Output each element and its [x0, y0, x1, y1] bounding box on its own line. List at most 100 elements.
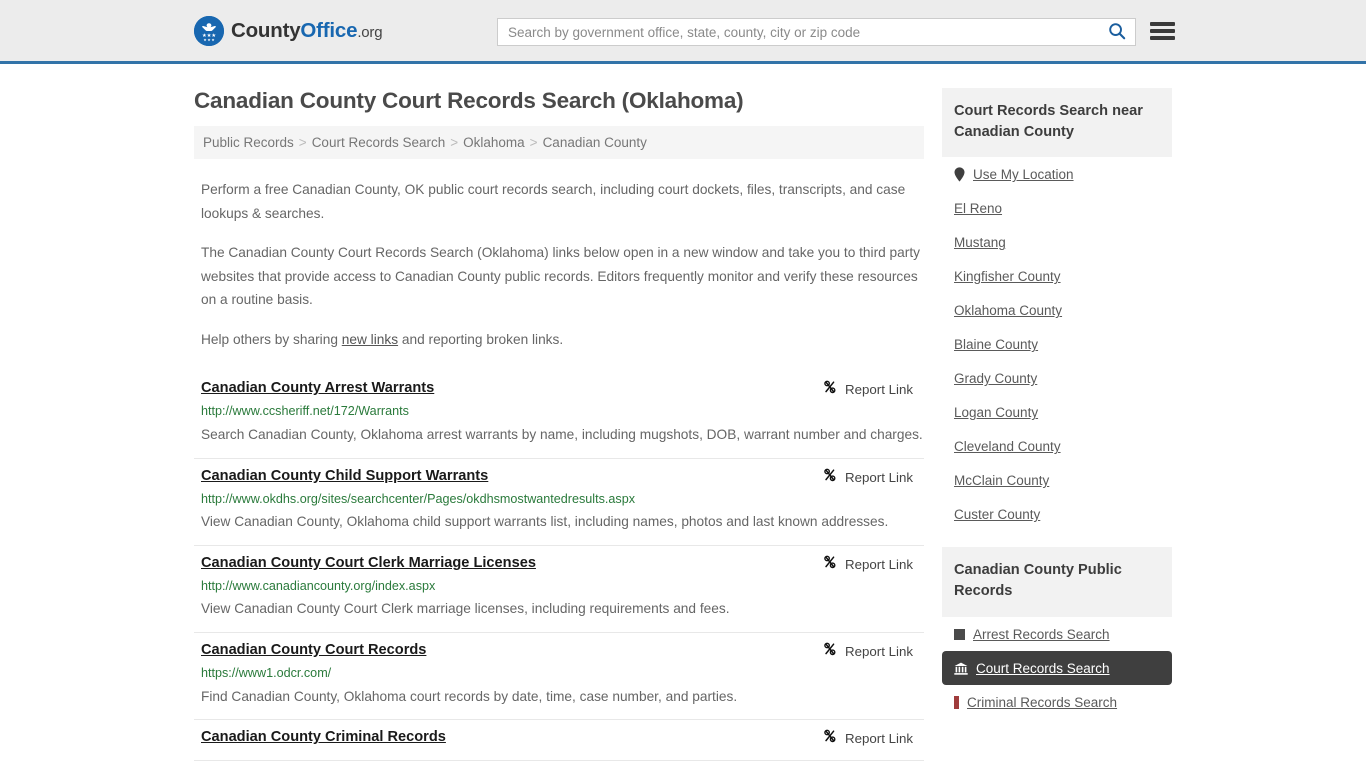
new-links-link[interactable]: new links	[342, 332, 398, 347]
sidebar-link-label[interactable]: Blaine County	[954, 337, 1038, 352]
hamburger-bar	[1150, 22, 1175, 26]
result-description: View Canadian County, Oklahoma child sup…	[201, 510, 924, 534]
intro-paragraph-3: Help others by sharing new links and rep…	[201, 328, 924, 352]
site-header: CountyOffice.org	[0, 0, 1366, 64]
broken-link-icon	[822, 728, 838, 749]
result-title-link[interactable]: Canadian County Court Records	[201, 640, 426, 661]
sidebar-item-oklahoma-county[interactable]: Oklahoma County	[942, 293, 1172, 327]
result-item: Canadian County Court Clerk Marriage Lic…	[194, 546, 924, 633]
hamburger-menu-icon[interactable]	[1150, 20, 1175, 42]
report-link-button[interactable]: Report Link	[822, 466, 913, 488]
broken-link-icon	[822, 467, 838, 488]
sidebar-nearby-list: Use My Location El Reno Mustang Kingfish…	[942, 157, 1172, 531]
sidebar-link-label[interactable]: Mustang	[954, 235, 1006, 250]
sidebar-link-label[interactable]: El Reno	[954, 201, 1002, 216]
sidebar-item-logan-county[interactable]: Logan County	[942, 395, 1172, 429]
result-title-link[interactable]: Canadian County Child Support Warrants	[201, 466, 488, 487]
result-item: Canadian County Arrest Warrants R	[194, 371, 924, 458]
site-logo[interactable]: CountyOffice.org	[194, 16, 382, 46]
page-title: Canadian County Court Records Search (Ok…	[194, 88, 924, 114]
main-column: Canadian County Court Records Search (Ok…	[194, 64, 924, 761]
page-container: Canadian County Court Records Search (Ok…	[0, 64, 1366, 761]
search-input[interactable]	[498, 19, 1099, 45]
sidebar-item-blaine-county[interactable]: Blaine County	[942, 327, 1172, 361]
sidebar-divider	[942, 531, 1172, 547]
result-url[interactable]: http://www.okdhs.org/sites/searchcenter/…	[201, 491, 924, 509]
map-pin-icon	[954, 167, 965, 182]
result-url[interactable]: https://www1.odcr.com/	[201, 665, 924, 683]
sidebar-item-kingfisher-county[interactable]: Kingfisher County	[942, 259, 1172, 293]
logo-text-county: County	[231, 19, 300, 42]
results-list: Canadian County Arrest Warrants R	[194, 371, 924, 761]
sidebar-link-label[interactable]: Oklahoma County	[954, 303, 1062, 318]
hamburger-bar	[1150, 29, 1175, 33]
result-description: Search Canadian County, Oklahoma arrest …	[201, 423, 924, 447]
sidebar-item-custer-county[interactable]: Custer County	[942, 497, 1172, 531]
report-link-label: Report Link	[845, 557, 913, 572]
result-title-link[interactable]: Canadian County Arrest Warrants	[201, 378, 434, 399]
broken-link-icon	[822, 554, 838, 575]
sidebar-item-court-records-search[interactable]: Court Records Search	[942, 651, 1172, 685]
sidebar-item-mustang[interactable]: Mustang	[942, 225, 1172, 259]
result-item: Canadian County Court Records Rep	[194, 633, 924, 720]
sidebar-item-arrest-records-search[interactable]: Arrest Records Search	[942, 617, 1172, 651]
result-title-link[interactable]: Canadian County Criminal Records	[201, 727, 446, 748]
sidebar-item-el-reno[interactable]: El Reno	[942, 191, 1172, 225]
sidebar-nearby-heading: Court Records Search near Canadian Count…	[942, 88, 1172, 157]
sidebar-link-label[interactable]: Criminal Records Search	[967, 695, 1117, 710]
search-icon	[1108, 22, 1126, 43]
search-button[interactable]	[1099, 19, 1135, 45]
sidebar-link-label[interactable]: McClain County	[954, 473, 1049, 488]
intro-p3-after: and reporting broken links.	[398, 332, 563, 347]
result-description: View Canadian County Court Clerk marriag…	[201, 597, 924, 621]
breadcrumb: Public Records>Court Records Search>Okla…	[194, 126, 924, 159]
sidebar: Court Records Search near Canadian Count…	[942, 64, 1172, 761]
report-link-button[interactable]: Report Link	[822, 727, 913, 749]
breadcrumb-item-oklahoma[interactable]: Oklahoma	[463, 135, 525, 150]
courthouse-icon	[954, 662, 968, 675]
report-link-button[interactable]: Report Link	[822, 378, 913, 400]
sidebar-item-mcclain-county[interactable]: McClain County	[942, 463, 1172, 497]
intro-paragraph-1: Perform a free Canadian County, OK publi…	[201, 178, 924, 225]
sidebar-link-label[interactable]: Grady County	[954, 371, 1037, 386]
result-url[interactable]: http://www.ccsheriff.net/172/Warrants	[201, 403, 924, 421]
breadcrumb-separator: >	[530, 135, 538, 150]
sidebar-link-label[interactable]: Cleveland County	[954, 439, 1061, 454]
result-item: Canadian County Child Support Warrants	[194, 459, 924, 546]
report-link-label: Report Link	[845, 644, 913, 659]
logo-text-office: Office	[300, 19, 357, 42]
result-url[interactable]: http://www.canadiancounty.org/index.aspx	[201, 578, 924, 596]
logo-text-tld: .org	[357, 24, 382, 41]
sidebar-item-use-my-location[interactable]: Use My Location	[942, 157, 1172, 191]
report-link-button[interactable]: Report Link	[822, 640, 913, 662]
sidebar-public-records-list: Arrest Records Search Court Record	[942, 617, 1172, 719]
sidebar-item-grady-county[interactable]: Grady County	[942, 361, 1172, 395]
search-bar[interactable]	[497, 18, 1136, 46]
sidebar-link-label[interactable]: Kingfisher County	[954, 269, 1061, 284]
sidebar-link-label[interactable]: Use My Location	[973, 167, 1074, 182]
hamburger-bar	[1150, 36, 1175, 40]
breadcrumb-item-court-records-search[interactable]: Court Records Search	[312, 135, 446, 150]
breadcrumb-item-canadian-county[interactable]: Canadian County	[543, 135, 647, 150]
logo-wordmark: CountyOffice.org	[231, 19, 382, 43]
sidebar-item-criminal-records-search[interactable]: Criminal Records Search	[942, 685, 1172, 719]
report-link-label: Report Link	[845, 470, 913, 485]
intro-paragraph-2: The Canadian County Court Records Search…	[201, 241, 924, 312]
eagle-shield-icon	[194, 16, 224, 46]
broken-link-icon	[822, 641, 838, 662]
intro-p3-before: Help others by sharing	[201, 332, 342, 347]
sidebar-link-label[interactable]: Court Records Search	[976, 661, 1110, 676]
report-link-label: Report Link	[845, 382, 913, 397]
sidebar-link-label[interactable]: Logan County	[954, 405, 1038, 420]
intro-text: Perform a free Canadian County, OK publi…	[194, 178, 924, 351]
report-link-button[interactable]: Report Link	[822, 553, 913, 575]
building-square-icon	[954, 629, 965, 640]
report-link-label: Report Link	[845, 731, 913, 746]
sidebar-item-cleveland-county[interactable]: Cleveland County	[942, 429, 1172, 463]
breadcrumb-item-public-records[interactable]: Public Records	[203, 135, 294, 150]
result-title-link[interactable]: Canadian County Court Clerk Marriage Lic…	[201, 553, 536, 574]
sidebar-public-records-heading: Canadian County Public Records	[942, 547, 1172, 616]
sidebar-link-label[interactable]: Arrest Records Search	[973, 627, 1110, 642]
result-item: Canadian County Criminal Records	[194, 720, 924, 761]
sidebar-link-label[interactable]: Custer County	[954, 507, 1040, 522]
